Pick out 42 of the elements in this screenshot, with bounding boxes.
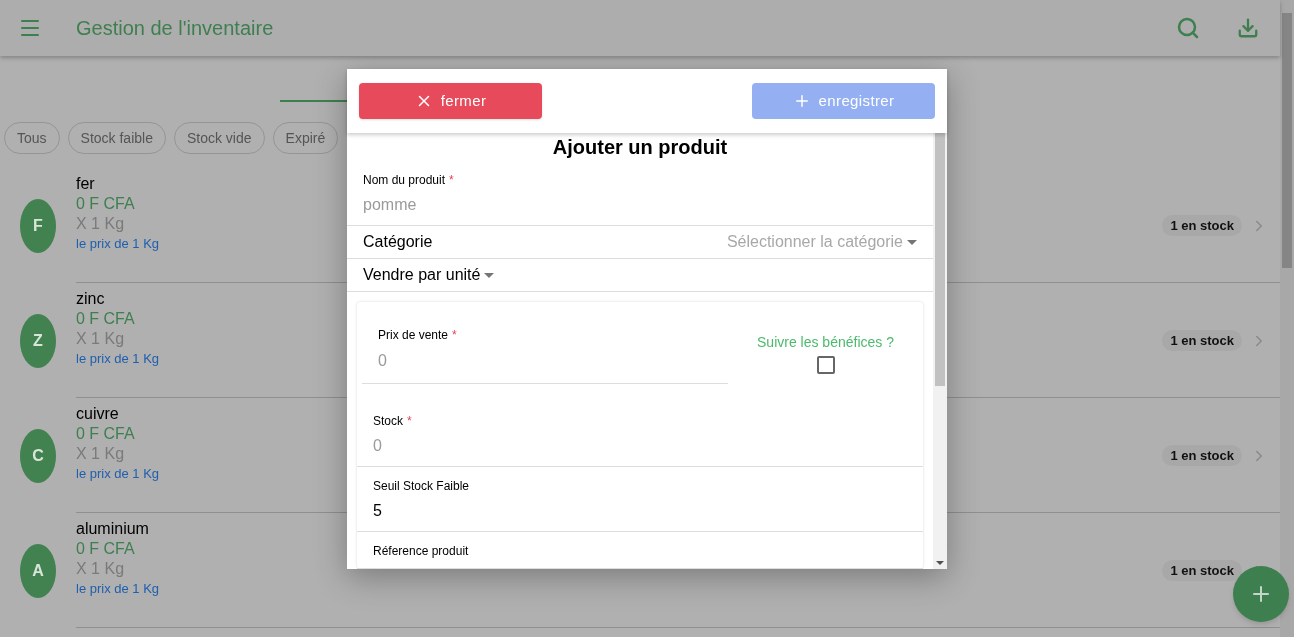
product-price: 0 F CFA — [76, 309, 136, 329]
category-select[interactable]: Sélectionner la catégorie — [726, 230, 917, 254]
product-name: zinc — [76, 289, 106, 309]
sell-by-unit-select[interactable]: Vendre par unité — [363, 263, 495, 287]
required-mark: * — [452, 328, 457, 342]
price-note: le prix de 1 Kg — [76, 350, 160, 368]
dialog-title: Ajouter un produit — [551, 135, 729, 159]
avatar: A — [20, 543, 56, 598]
category-label: Catégorie — [363, 232, 433, 252]
scrollbar-thumb[interactable] — [1282, 13, 1292, 268]
avatar: Z — [20, 313, 56, 368]
close-button[interactable]: fermer — [359, 83, 542, 119]
required-mark: * — [407, 414, 412, 428]
form-field[interactable]: Stock * 0 — [357, 384, 923, 467]
caret-icon — [484, 272, 495, 278]
price-note: le prix de 1 Kg — [76, 465, 160, 483]
price-note: le prix de 1 Kg — [76, 235, 160, 253]
avatar: C — [20, 428, 56, 483]
form-field[interactable]: Réference produit — [357, 532, 923, 569]
product-name: fer — [76, 174, 96, 194]
avatar: F — [20, 198, 56, 253]
app-title: Gestion de l'inventaire — [76, 16, 274, 41]
product-name: cuivre — [76, 404, 120, 424]
price-note: le prix de 1 Kg — [76, 580, 160, 598]
stock-badge: 1 en stock — [1162, 329, 1242, 352]
stock-badge: 1 en stock — [1162, 444, 1242, 467]
form-field[interactable]: Seuil Stock Faible 5 — [357, 467, 923, 532]
scrollbar-thumb[interactable] — [935, 133, 945, 386]
product-price: 0 F CFA — [76, 424, 136, 444]
scroll-down-arrow-icon[interactable] — [936, 561, 944, 565]
stock-badge: 1 en stock — [1162, 214, 1242, 237]
sale-price-field[interactable]: Prix de vente * 0 — [362, 302, 728, 384]
add-fab[interactable] — [1233, 566, 1289, 622]
caret-icon — [907, 239, 917, 245]
tab-underline — [280, 100, 350, 102]
product-name: aluminium — [76, 519, 150, 539]
track-profit-label: Suivre les bénéfices ? — [757, 333, 894, 352]
stock-badge: 1 en stock — [1162, 559, 1242, 582]
required-mark: * — [449, 173, 454, 187]
product-price: 0 F CFA — [76, 194, 136, 214]
track-profit-checkbox[interactable] — [816, 356, 835, 374]
product-price: 0 F CFA — [76, 539, 136, 559]
